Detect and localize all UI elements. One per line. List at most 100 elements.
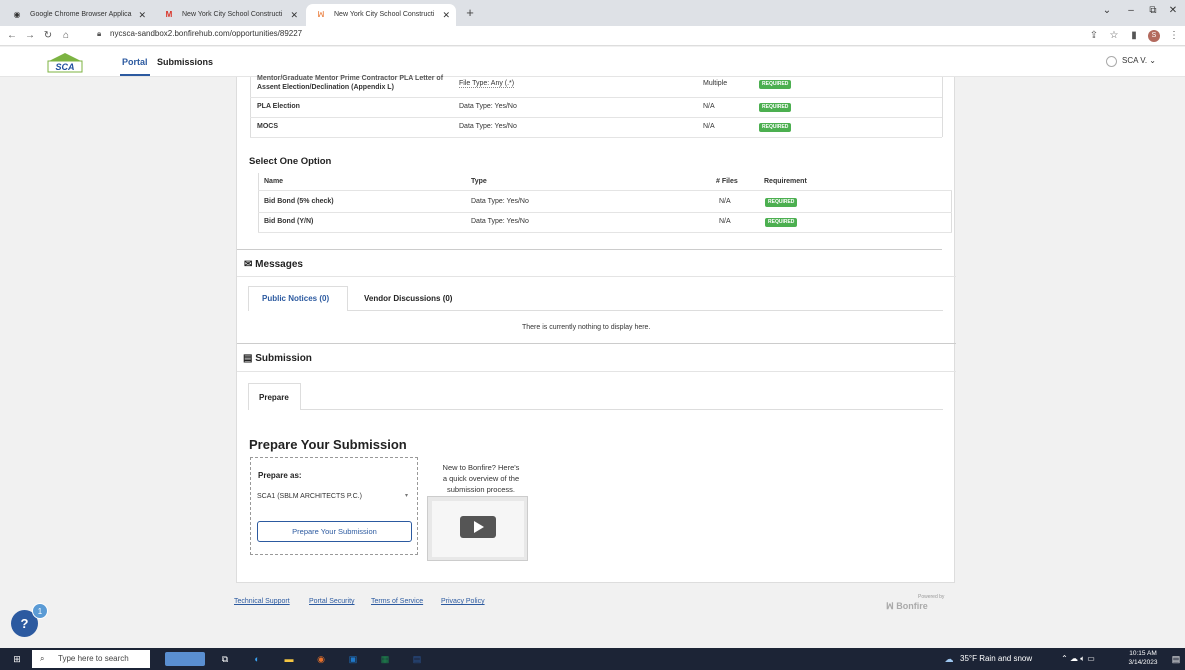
nav-submissions[interactable]: Submissions (157, 57, 213, 67)
requirement-type: Data Type: Yes/No (459, 103, 517, 110)
chrome-icon: ◉ (13, 10, 21, 19)
section-divider (237, 371, 956, 372)
share-icon[interactable]: ⇪ (1086, 28, 1102, 44)
edge-icon[interactable]: ◐ (250, 652, 264, 666)
play-icon (474, 521, 484, 533)
envelope-icon: ✉ (244, 259, 253, 270)
outlook-icon[interactable]: ▣ (346, 652, 360, 666)
powered-by-label: Powered by (918, 594, 945, 600)
home-icon[interactable]: ⌂ (58, 28, 74, 44)
chrome-taskbar-icon[interactable]: ◉ (314, 652, 328, 666)
user-avatar[interactable] (1106, 56, 1117, 67)
windows-taskbar: ⊞ ⌕ Type here to search ⧉ ◐ ▬ ◉ ▣ ▦ ▤ ☁ … (0, 648, 1185, 670)
svg-text:SCA: SCA (55, 62, 74, 72)
tab-underline (348, 310, 943, 311)
help-notification-count: 1 (32, 603, 48, 619)
required-badge: REQUIRED (759, 80, 792, 89)
close-icon[interactable]: ✕ (290, 4, 298, 26)
row-divider (258, 212, 952, 213)
nav-active-indicator (120, 74, 150, 76)
user-menu[interactable]: SCA V. ⌄ (1122, 56, 1156, 65)
system-tray-icons[interactable]: ⌃ ☁ 🔈︎ ▭ (1048, 652, 1108, 666)
prepare-as-select[interactable]: SCA1 (SBLM ARCHITECTS P.C.) ▾ (257, 489, 413, 504)
option-name: Bid Bond (Y/N) (264, 218, 314, 225)
browser-tab-active[interactable]: ꟽ New York City School Constructi ✕ (306, 4, 456, 26)
reload-icon[interactable]: ↻ (40, 28, 56, 44)
url-text[interactable]: nycsca-sandbox2.bonfirehub.com/opportuni… (110, 29, 302, 38)
footer-portal-security[interactable]: Portal Security (309, 598, 355, 605)
close-window-button[interactable]: ✕ (1160, 2, 1185, 20)
taskbar-search[interactable]: ⌕ Type here to search (32, 650, 150, 668)
task-view-icon[interactable]: ⧉ (218, 652, 232, 666)
requirement-files: N/A (703, 123, 715, 130)
lock-icon[interactable]: 🔒︎ (97, 29, 101, 39)
column-header: Requirement (764, 178, 807, 185)
empty-message: There is currently nothing to display he… (522, 324, 651, 331)
browser-toolbar: ← → ↻ ⌂ 🔒︎ nycsca-sandbox2.bonfirehub.co… (0, 26, 1185, 46)
notifications-icon[interactable]: ▤ (1170, 652, 1182, 666)
profile-avatar[interactable]: S (1148, 30, 1160, 42)
section-divider (237, 249, 942, 250)
messages-header: ✉ Messages (244, 259, 303, 270)
column-header: Type (471, 178, 487, 185)
app-header: SCA Portal Submissions SCA V. ⌄ (0, 47, 1185, 77)
row-divider (250, 97, 942, 98)
weather-icon[interactable]: ☁ (940, 652, 958, 666)
footer-technical-support[interactable]: Technical Support (234, 598, 290, 605)
file-explorer-icon[interactable]: ▬ (282, 652, 296, 666)
tutorial-video-thumbnail[interactable] (427, 496, 528, 561)
windows-start-icon[interactable]: ⊞ (10, 652, 24, 666)
column-header: Name (264, 178, 284, 185)
menu-kebab-icon[interactable]: ⋮ (1166, 28, 1182, 44)
requirement-name: Mentor/Graduate Mentor Prime Contractor … (257, 75, 444, 91)
tab-underline (301, 409, 943, 410)
required-badge: REQUIRED (759, 103, 792, 112)
option-files: N/A (719, 218, 731, 225)
browser-tab[interactable]: M New York City School Constructi ✕ (154, 4, 304, 26)
select-one-title: Select One Option (249, 156, 332, 167)
tab-prepare-label[interactable]: Prepare (259, 393, 289, 402)
browser-tab-strip: ◉ Google Chrome Browser Applica ✕ M New … (0, 0, 1185, 26)
bonfire-icon: ꟽ (886, 601, 897, 611)
requirement-files: Multiple (703, 80, 728, 87)
forward-icon[interactable]: → (22, 28, 38, 44)
new-tab-button[interactable]: + (460, 4, 480, 22)
gmail-icon: M (165, 10, 173, 19)
option-type: Data Type: Yes/No (471, 198, 529, 205)
opportunity-card: Mentor/Graduate Mentor Prime Contractor … (236, 75, 956, 583)
footer-terms[interactable]: Terms of Service (371, 598, 423, 605)
option-name: Bid Bond (5% check) (264, 198, 334, 205)
footer-privacy[interactable]: Privacy Policy (441, 598, 485, 605)
side-panel-icon[interactable]: ▮ (1126, 28, 1142, 44)
prepare-heading: Prepare Your Submission (249, 437, 407, 452)
row-divider (250, 137, 942, 138)
tab-public-notices-label[interactable]: Public Notices (0) (262, 294, 329, 303)
close-icon[interactable]: ✕ (138, 4, 146, 26)
clock[interactable]: 10:15 AM 3/14/2023 (1120, 649, 1166, 669)
row-divider (258, 232, 952, 233)
tab-vendor-discussions[interactable]: Vendor Discussions (0) (364, 294, 452, 303)
table-border (250, 77, 251, 137)
required-badge: REQUIRED (765, 198, 798, 207)
required-badge: REQUIRED (759, 123, 792, 132)
word-icon[interactable]: ▤ (410, 652, 424, 666)
requirement-type: Data Type: Yes/No (459, 123, 517, 130)
prepare-submission-button[interactable]: Prepare Your Submission (257, 521, 412, 542)
nav-portal[interactable]: Portal (122, 57, 148, 67)
section-divider (237, 276, 956, 277)
browser-tab[interactable]: ◉ Google Chrome Browser Applica ✕ (2, 4, 152, 26)
weather-text[interactable]: 35°F Rain and snow (960, 652, 1042, 666)
required-badge: REQUIRED (765, 218, 798, 227)
search-icon: ⌕ (40, 654, 45, 663)
section-divider (237, 343, 956, 344)
sca-logo[interactable]: SCA (45, 51, 85, 75)
bonfire-footer-logo[interactable]: ꟽ Bonfire (886, 601, 928, 612)
widgets-icon[interactable] (165, 652, 205, 666)
requirement-files: N/A (703, 103, 715, 110)
back-icon[interactable]: ← (4, 28, 20, 44)
bookmark-star-icon[interactable]: ☆ (1106, 28, 1122, 44)
excel-icon[interactable]: ▦ (378, 652, 392, 666)
close-icon[interactable]: ✕ (442, 4, 450, 26)
table-border (258, 173, 259, 233)
tab-search-icon[interactable]: ⌄ (1094, 2, 1120, 20)
